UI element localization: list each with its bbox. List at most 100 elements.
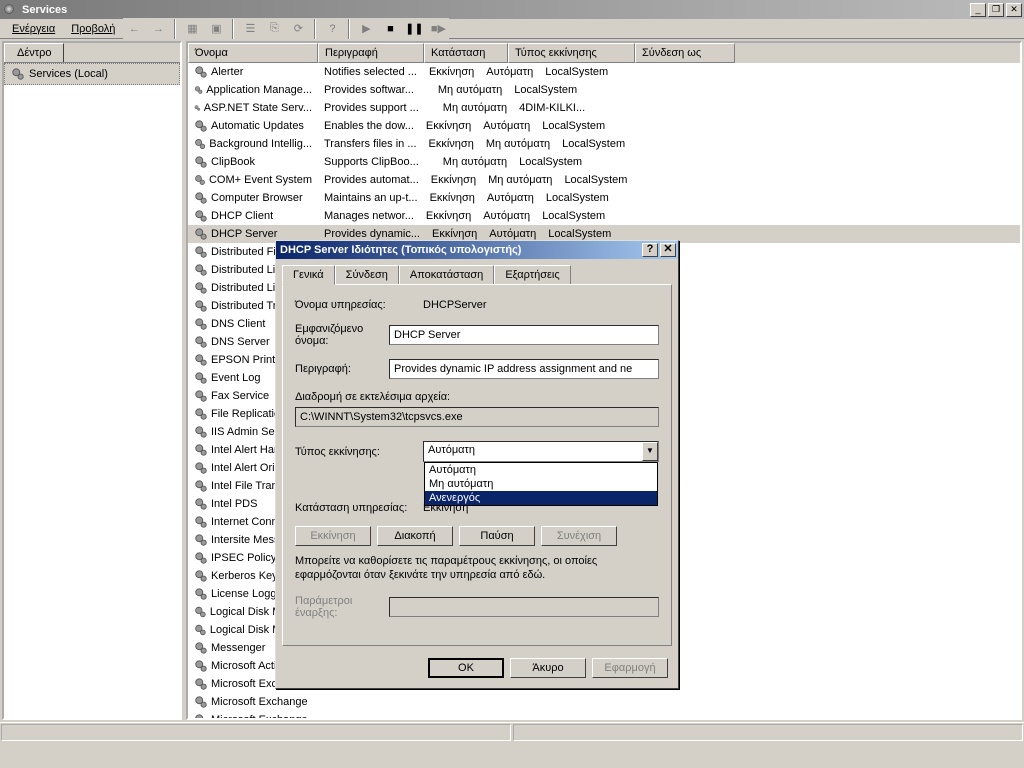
cell-desc: Provides support ... [318,101,425,115]
gears-icon [194,695,208,709]
col-desc[interactable]: Περιγραφή [318,43,424,63]
gears-icon [194,479,208,493]
menubar: Ενέργεια Προβολή ← → ▦ ▣ ☰ ⎘ ⟳ ? ▶ ■ ❚❚ … [0,19,1024,39]
startup-type-value: Αυτόματη [424,442,642,461]
tab-general[interactable]: Γενικά [282,265,335,285]
option-disabled[interactable]: Ανενεργός [425,491,657,505]
back-button[interactable]: ← [123,18,145,40]
dialog-close-button[interactable]: ✕ [660,243,676,257]
startup-type-dropdown: Αυτόματη Μη αυτόματη Ανενεργός [424,462,658,506]
description-field[interactable] [389,359,659,379]
cell-name: COM+ Event System [188,172,318,188]
cell-startup: Αυτόματη [483,227,542,241]
col-startup[interactable]: Τύπος εκκίνησης [508,43,635,63]
gears-icon [194,569,208,583]
separator [314,19,316,39]
gears-icon [194,605,207,619]
service-row[interactable]: ClipBookSupports ClipBoo...Μη αυτόματηLo… [188,153,1020,171]
toolbar-icon[interactable]: ▣ [205,18,227,40]
gears-icon [194,83,203,97]
cell-startup: Μη αυτόματη [480,137,556,151]
gears-icon [194,641,208,655]
gears-icon [194,299,208,313]
service-row[interactable]: ASP.NET State Serv...Provides support ..… [188,99,1020,117]
service-row[interactable]: Computer BrowserMaintains an up-t...Εκκί… [188,189,1020,207]
minimize-button[interactable]: _ [970,3,986,17]
col-status[interactable]: Κατάσταση [424,43,508,63]
service-row[interactable]: Background Intellig...Transfers files in… [188,135,1020,153]
stop-icon[interactable]: ■ [379,18,401,40]
service-row[interactable]: DHCP ClientManages networ...ΕκκίνησηΑυτό… [188,207,1020,225]
gears-icon [194,173,206,187]
gears-icon [194,65,208,79]
col-name[interactable]: Όνομα [188,43,318,63]
cell-startup: Μη αυτόματη [432,83,508,97]
gears-icon [194,623,207,637]
col-logon[interactable]: Σύνδεση ως [635,43,735,63]
forward-button[interactable]: → [147,18,169,40]
stop-button[interactable]: Διακοπή [377,526,453,546]
tree-pane: Δέντρο Services (Local) [2,41,182,720]
cell-desc: Maintains an up-t... [318,191,424,205]
cell-name: DHCP Client [188,208,318,224]
play-icon[interactable]: ▶ [355,18,377,40]
service-row[interactable]: COM+ Event SystemProvides automat...Εκκί… [188,171,1020,189]
ok-button[interactable]: OK [428,658,504,678]
service-row[interactable]: Microsoft Exchange [188,711,1020,718]
startup-type-combo[interactable]: Αυτόματη ▼ Αυτόματη Μη αυτόματη Ανενεργό… [423,441,659,462]
service-row[interactable]: Automatic UpdatesEnables the dow...Εκκίν… [188,117,1020,135]
cell-name: ClipBook [188,154,318,170]
dialog-help-button[interactable]: ? [642,243,658,257]
service-row[interactable]: Application Manage...Provides softwar...… [188,81,1020,99]
gears-icon [194,209,208,223]
cell-startup [342,701,354,703]
gears-icon [194,281,208,295]
dialog-titlebar[interactable]: DHCP Server Ιδιότητες (Τοπικός υπολογιστ… [276,241,678,259]
cell-desc: Notifies selected ... [318,65,423,79]
service-row[interactable]: Microsoft Exchange [188,693,1020,711]
pause-button[interactable]: Παύση [459,526,535,546]
cell-status: Εκκίνηση [423,65,480,79]
maximize-button[interactable]: ❐ [988,3,1004,17]
chevron-down-icon[interactable]: ▼ [642,442,658,461]
help-icon[interactable]: ? [321,18,343,40]
tree-tab[interactable]: Δέντρο [4,43,64,62]
gears-icon [194,227,208,241]
tab-recovery[interactable]: Αποκατάσταση [399,265,494,284]
cancel-button[interactable]: Άκυρο [510,658,586,678]
cell-status: Εκκίνηση [423,137,480,151]
gears-icon [194,317,208,331]
cell-logon: LocalSystem [536,119,611,133]
separator [232,19,234,39]
tab-dependencies[interactable]: Εξαρτήσεις [494,265,570,284]
cell-logon [354,701,366,703]
cell-name: Computer Browser [188,190,318,206]
tab-logon[interactable]: Σύνδεση [335,265,399,284]
option-auto[interactable]: Αυτόματη [425,463,657,477]
service-row[interactable]: AlerterNotifies selected ...ΕκκίνησηΑυτό… [188,63,1020,81]
display-name-field[interactable] [389,325,659,345]
properties-icon[interactable]: ☰ [239,18,261,40]
close-button[interactable]: ✕ [1006,3,1022,17]
toolbar-icon[interactable]: ▦ [181,18,203,40]
cell-status: Εκκίνηση [426,227,483,241]
export-icon[interactable]: ⎘ [263,18,285,40]
menu-action[interactable]: Ενέργεια [4,21,63,37]
cell-startup: Μη αυτόματη [437,101,513,115]
cell-startup: Μη αυτόματη [437,155,513,169]
option-manual[interactable]: Μη αυτόματη [425,477,657,491]
refresh-icon[interactable]: ⟳ [287,18,309,40]
cell-logon: LocalSystem [556,137,631,151]
gears-icon [194,371,208,385]
tree-root-services[interactable]: Services (Local) [4,63,180,85]
window-title: Services [22,4,968,16]
gears-icon [194,353,208,367]
menu-view[interactable]: Προβολή [63,21,123,37]
cell-desc: Manages networ... [318,209,420,223]
cell-startup: Αυτόματη [480,65,539,79]
cell-status: Εκκίνηση [425,173,482,187]
cell-name: Microsoft Exchange [188,694,318,710]
pause-icon[interactable]: ❚❚ [403,18,425,40]
restart-icon[interactable]: ■▶ [427,18,449,40]
path-field [295,407,659,427]
